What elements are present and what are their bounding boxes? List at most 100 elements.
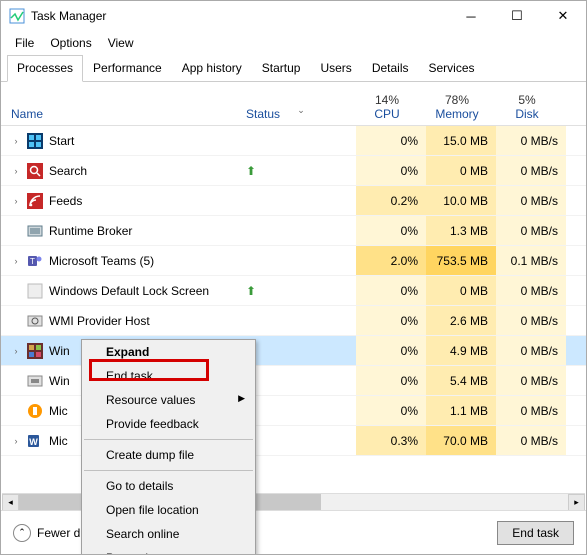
cm-open-location[interactable]: Open file location xyxy=(82,498,255,522)
start-icon xyxy=(27,133,43,149)
menu-options[interactable]: Options xyxy=(42,33,99,53)
tab-users[interactable]: Users xyxy=(310,55,361,81)
taskmgr-icon xyxy=(9,8,25,24)
process-name-label: Win xyxy=(49,374,70,388)
cm-end-task[interactable]: End task xyxy=(82,364,255,388)
titlebar: Task Manager ─ ☐ ✕ xyxy=(1,1,586,31)
disk-cell: 0 MB/s xyxy=(496,366,566,395)
col-header-memory[interactable]: 78% Memory xyxy=(426,82,496,121)
menu-view[interactable]: View xyxy=(100,33,142,53)
winhost-icon xyxy=(27,373,43,389)
disk-cell: 0 MB/s xyxy=(496,396,566,425)
process-row[interactable]: ›Search⬆0%0 MB0 MB/s xyxy=(1,156,586,186)
memory-cell: 5.4 MB xyxy=(426,366,496,395)
process-name-label: WMI Provider Host xyxy=(49,314,150,328)
memory-cell: 1.3 MB xyxy=(426,216,496,245)
svg-text:W: W xyxy=(29,437,38,447)
process-row[interactable]: ›Start0%15.0 MB0 MB/s xyxy=(1,126,586,156)
expand-chevron-icon[interactable]: › xyxy=(11,256,21,266)
tab-performance[interactable]: Performance xyxy=(83,55,172,81)
expand-chevron-icon[interactable]: › xyxy=(11,136,21,146)
scroll-right-button[interactable]: ▸ xyxy=(568,494,585,511)
cm-search-online[interactable]: Search online xyxy=(82,522,255,546)
disk-cell: 0 MB/s xyxy=(496,186,566,215)
expand-chevron-icon[interactable]: › xyxy=(11,346,21,356)
disk-label: Disk xyxy=(515,107,538,121)
expand-chevron-icon[interactable]: › xyxy=(11,196,21,206)
expand-chevron-icon[interactable]: › xyxy=(11,166,21,176)
tab-processes[interactable]: Processes xyxy=(7,55,83,82)
svg-text:T: T xyxy=(30,257,35,266)
fewer-details-label: Fewer d xyxy=(37,526,80,540)
menu-file[interactable]: File xyxy=(7,33,42,53)
disk-cell: 0 MB/s xyxy=(496,426,566,455)
status-cell: ⬆ xyxy=(246,284,356,298)
chevron-up-icon: ⌃ xyxy=(13,524,31,542)
cm-separator xyxy=(84,439,253,440)
process-name-cell: ›TMicrosoft Teams (5) xyxy=(1,253,246,269)
col-header-disk[interactable]: 5% Disk xyxy=(496,82,566,121)
cm-create-dump[interactable]: Create dump file xyxy=(82,443,255,467)
window-controls: ─ ☐ ✕ xyxy=(448,1,586,31)
cpu-cell: 0% xyxy=(356,306,426,335)
process-name-label: Start xyxy=(49,134,74,148)
disk-cell: 0 MB/s xyxy=(496,156,566,185)
expand-chevron-icon[interactable]: › xyxy=(11,436,21,446)
cpu-cell: 0% xyxy=(356,126,426,155)
cm-go-to-details[interactable]: Go to details xyxy=(82,474,255,498)
memory-cell: 753.5 MB xyxy=(426,246,496,275)
process-name-label: Feeds xyxy=(49,194,82,208)
col-header-status[interactable]: ⌄ Status xyxy=(246,107,356,121)
disk-cell: 0.1 MB/s xyxy=(496,246,566,275)
process-row[interactable]: Runtime Broker0%1.3 MB0 MB/s xyxy=(1,216,586,246)
cm-separator xyxy=(84,470,253,471)
context-menu: Expand End task Resource values ▶ Provid… xyxy=(81,339,256,555)
process-name-cell: › Feeds xyxy=(1,193,246,209)
teams-icon: T xyxy=(27,253,43,269)
process-row[interactable]: WMI Provider Host 0%2.6 MB0 MB/s xyxy=(1,306,586,336)
cm-properties[interactable]: Properties xyxy=(82,546,255,555)
cm-resource-label: Resource values xyxy=(106,393,195,407)
minimize-button[interactable]: ─ xyxy=(448,1,494,31)
leaf-status-icon: ⬆ xyxy=(246,164,256,178)
process-name-cell: Runtime Broker xyxy=(1,223,246,239)
memory-cell: 2.6 MB xyxy=(426,306,496,335)
col-header-name[interactable]: Name xyxy=(1,107,246,121)
process-row[interactable]: Windows Default Lock Screen⬆0%0 MB0 MB/s xyxy=(1,276,586,306)
maximize-button[interactable]: ☐ xyxy=(494,1,540,31)
menubar: File Options View xyxy=(1,31,586,55)
memory-cell: 4.9 MB xyxy=(426,336,496,365)
close-button[interactable]: ✕ xyxy=(540,1,586,31)
fewer-details-toggle[interactable]: ⌃ Fewer d xyxy=(13,524,80,542)
disk-cell: 0 MB/s xyxy=(496,336,566,365)
disk-cell: 0 MB/s xyxy=(496,306,566,335)
blank-icon xyxy=(27,283,43,299)
cpu-cell: 0% xyxy=(356,366,426,395)
cm-expand[interactable]: Expand xyxy=(82,340,255,364)
tab-details[interactable]: Details xyxy=(362,55,419,81)
tab-services[interactable]: Services xyxy=(419,55,485,81)
col-header-cpu[interactable]: 14% CPU xyxy=(356,82,426,121)
cpu-cell: 0% xyxy=(356,156,426,185)
scroll-left-button[interactable]: ◂ xyxy=(2,494,19,511)
disk-cell: 0 MB/s xyxy=(496,126,566,155)
submenu-arrow-icon: ▶ xyxy=(238,393,245,404)
cm-provide-feedback[interactable]: Provide feedback xyxy=(82,412,255,436)
end-task-button[interactable]: End task xyxy=(497,521,574,545)
memory-cell: 70.0 MB xyxy=(426,426,496,455)
winrar-icon xyxy=(27,343,43,359)
disk-cell: 0 MB/s xyxy=(496,216,566,245)
memory-cell: 0 MB xyxy=(426,276,496,305)
task-manager-window: Task Manager ─ ☐ ✕ File Options View Pro… xyxy=(0,0,587,555)
memory-cell: 10.0 MB xyxy=(426,186,496,215)
disk-cell: 0 MB/s xyxy=(496,276,566,305)
cm-resource-values[interactable]: Resource values ▶ xyxy=(82,388,255,412)
process-row[interactable]: ›Feeds0.2%10.0 MB0 MB/s xyxy=(1,186,586,216)
process-row[interactable]: ›TMicrosoft Teams (5)2.0%753.5 MB0.1 MB/… xyxy=(1,246,586,276)
process-name-label: Mic xyxy=(49,404,68,418)
status-cell: ⬆ xyxy=(246,164,356,178)
tab-startup[interactable]: Startup xyxy=(252,55,311,81)
wmi-icon xyxy=(27,313,43,329)
tab-app-history[interactable]: App history xyxy=(172,55,252,81)
sort-indicator-icon: ⌄ xyxy=(297,105,305,116)
